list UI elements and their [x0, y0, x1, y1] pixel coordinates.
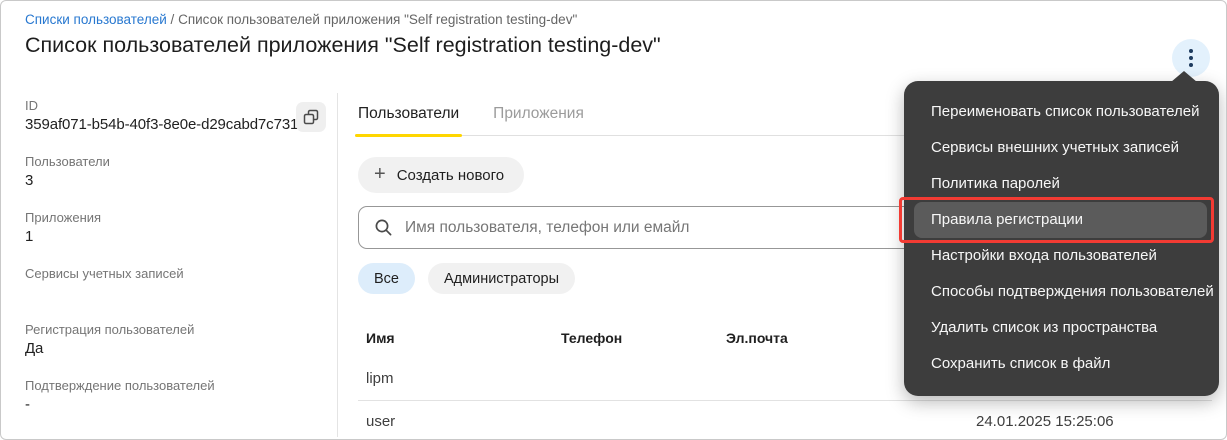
context-menu: Переименовать список пользователей Серви… [899, 71, 1219, 396]
breadcrumb-link-user-lists[interactable]: Списки пользователей [25, 12, 167, 27]
plus-icon: + [374, 163, 386, 185]
menu-item-registration-rules[interactable]: Правила регистрации [899, 197, 1214, 243]
breadcrumb: Списки пользователей / Список пользовате… [25, 12, 577, 27]
search-icon [375, 219, 392, 236]
field-value: 359af071-b54b-40f3-8e0e-d29cabd7c731 [25, 116, 299, 133]
create-user-button[interactable]: + Создать нового [358, 157, 525, 193]
user-list-page: Списки пользователей / Список пользовате… [0, 0, 1227, 440]
field-label: Регистрация пользователей [25, 322, 195, 337]
menu-item-delete-list[interactable]: Удалить список из пространства [904, 310, 1219, 346]
panel-divider [337, 93, 338, 437]
breadcrumb-current: Список пользователей приложения "Self re… [178, 12, 578, 27]
menu-item-external-account-services[interactable]: Сервисы внешних учетных записей [904, 130, 1219, 166]
detail-field-account-services: Сервисы учетных записей [25, 265, 325, 303]
details-panel: ID 359af071-b54b-40f3-8e0e-d29cabd7c731 … [25, 97, 326, 433]
menu-item-confirmation-methods[interactable]: Способы подтверждения пользователей [904, 274, 1219, 310]
table-row[interactable]: user 24.01.2025 15:25:06 [358, 401, 1212, 439]
detail-field-id: ID 359af071-b54b-40f3-8e0e-d29cabd7c731 [25, 97, 326, 135]
copy-icon [303, 109, 319, 125]
page-title: Список пользователей приложения "Self re… [25, 33, 661, 57]
cell-name: lipm [366, 370, 394, 387]
field-value: Да [25, 340, 44, 357]
filter-chip-admins[interactable]: Администраторы [428, 263, 576, 294]
field-value: 1 [25, 228, 34, 245]
create-user-label: Создать нового [396, 166, 505, 184]
filter-chips: Все Администраторы [358, 263, 576, 294]
field-label: Подтверждение пользователей [25, 378, 215, 393]
copy-id-button[interactable] [296, 102, 326, 132]
detail-field-confirmation: Подтверждение пользователей - [25, 377, 325, 415]
filter-chip-all[interactable]: Все [358, 263, 415, 294]
field-label: Пользователи [25, 154, 110, 169]
menu-item-login-settings[interactable]: Настройки входа пользователей [904, 238, 1219, 274]
kebab-menu-icon [1189, 49, 1193, 67]
column-header-phone: Телефон [561, 330, 623, 346]
detail-field-registration: Регистрация пользователей Да [25, 321, 325, 359]
detail-field-users: Пользователи 3 [25, 153, 325, 191]
field-label: Сервисы учетных записей [25, 266, 184, 281]
menu-item-save-list-to-file[interactable]: Сохранить список в файл [904, 346, 1219, 382]
field-value: 3 [25, 172, 34, 189]
field-label: Приложения [25, 210, 102, 225]
menu-item-rename-list[interactable]: Переименовать список пользователей [904, 94, 1219, 130]
field-value: - [25, 396, 30, 413]
tab-applications[interactable]: Приложения [493, 105, 584, 135]
tab-users[interactable]: Пользователи [354, 105, 463, 137]
field-value [25, 282, 325, 303]
breadcrumb-separator: / [170, 12, 175, 27]
field-label: ID [25, 98, 38, 113]
detail-field-applications: Приложения 1 [25, 209, 325, 247]
menu-caret-icon [1171, 71, 1197, 82]
column-header-name: Имя [366, 330, 395, 346]
cell-name: user [366, 412, 396, 430]
menu-item-password-policy[interactable]: Политика паролей [904, 166, 1219, 202]
cell-date: 24.01.2025 15:25:06 [976, 412, 1114, 430]
